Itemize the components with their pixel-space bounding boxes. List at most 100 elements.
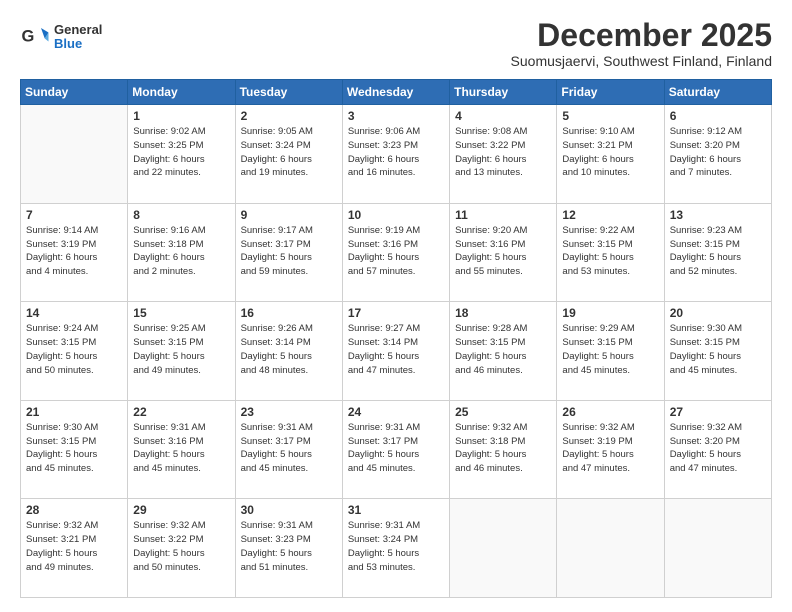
calendar-cell: 16 Sunrise: 9:26 AMSunset: 3:14 PMDayligh… (235, 302, 342, 401)
calendar-cell: 6Sunrise: 9:12 AMSunset: 3:20 PMDaylight… (664, 105, 771, 204)
calendar-week-1: 1 Sunrise: 9:02 AMSunset: 3:25 PMDaylight… (21, 105, 772, 204)
day-number: 27 (670, 405, 766, 419)
calendar-cell (21, 105, 128, 204)
day-info: Sunrise: 9:10 AMSunset: 3:21 PMDaylight:… (562, 125, 658, 180)
calendar-dow-monday: Monday (128, 80, 235, 105)
day-number: 21 (26, 405, 122, 419)
calendar-cell (664, 499, 771, 598)
day-number: 22 (133, 405, 229, 419)
calendar-cell: 29 Sunrise: 9:32 AMSunset: 3:22 PMDayligh… (128, 499, 235, 598)
day-number: 9 (241, 208, 337, 222)
day-number: 20 (670, 306, 766, 320)
day-info: Sunrise: 9:26 AMSunset: 3:14 PMDaylight:… (241, 322, 337, 377)
day-number: 8 (133, 208, 229, 222)
calendar-cell: 18Sunrise: 9:28 AMSunset: 3:15 PMDayligh… (450, 302, 557, 401)
day-number: 16 (241, 306, 337, 320)
day-info: Sunrise: 9:32 AMSunset: 3:18 PMDaylight:… (455, 421, 551, 476)
day-number: 31 (348, 503, 444, 517)
location: Suomusjaervi, Southwest Finland, Finland (511, 53, 772, 69)
calendar-cell: 22 Sunrise: 9:31 AMSunset: 3:16 PMDayligh… (128, 400, 235, 499)
logo-general: General (54, 23, 102, 37)
calendar-table: SundayMondayTuesdayWednesdayThursdayFrid… (20, 79, 772, 598)
day-info: Sunrise: 9:30 AMSunset: 3:15 PMDaylight:… (670, 322, 766, 377)
day-info: Sunrise: 9:30 AMSunset: 3:15 PMDaylight:… (26, 421, 122, 476)
day-info: Sunrise: 9:06 AMSunset: 3:23 PMDaylight:… (348, 125, 444, 180)
calendar-dow-thursday: Thursday (450, 80, 557, 105)
day-info: Sunrise: 9:28 AMSunset: 3:15 PMDaylight:… (455, 322, 551, 377)
calendar-cell: 11 Sunrise: 9:20 AMSunset: 3:16 PMDayligh… (450, 203, 557, 302)
calendar-cell: 19 Sunrise: 9:29 AMSunset: 3:15 PMDayligh… (557, 302, 664, 401)
day-number: 4 (455, 109, 551, 123)
day-info: Sunrise: 9:31 AMSunset: 3:17 PMDaylight:… (241, 421, 337, 476)
day-number: 1 (133, 109, 229, 123)
day-info: Sunrise: 9:25 AMSunset: 3:15 PMDaylight:… (133, 322, 229, 377)
day-info: Sunrise: 9:23 AMSunset: 3:15 PMDaylight:… (670, 224, 766, 279)
day-info: Sunrise: 9:32 AMSunset: 3:21 PMDaylight:… (26, 519, 122, 574)
calendar-cell: 1 Sunrise: 9:02 AMSunset: 3:25 PMDaylight… (128, 105, 235, 204)
calendar-cell: 5 Sunrise: 9:10 AMSunset: 3:21 PMDaylight… (557, 105, 664, 204)
day-number: 2 (241, 109, 337, 123)
svg-text:G: G (22, 28, 35, 46)
day-info: Sunrise: 9:02 AMSunset: 3:25 PMDaylight:… (133, 125, 229, 180)
day-info: Sunrise: 9:32 AMSunset: 3:22 PMDaylight:… (133, 519, 229, 574)
day-number: 7 (26, 208, 122, 222)
day-info: Sunrise: 9:17 AMSunset: 3:17 PMDaylight:… (241, 224, 337, 279)
day-info: Sunrise: 9:24 AMSunset: 3:15 PMDaylight:… (26, 322, 122, 377)
calendar-cell: 25 Sunrise: 9:32 AMSunset: 3:18 PMDayligh… (450, 400, 557, 499)
day-info: Sunrise: 9:16 AMSunset: 3:18 PMDaylight:… (133, 224, 229, 279)
calendar-week-4: 21 Sunrise: 9:30 AMSunset: 3:15 PMDayligh… (21, 400, 772, 499)
day-number: 3 (348, 109, 444, 123)
day-info: Sunrise: 9:31 AMSunset: 3:23 PMDaylight:… (241, 519, 337, 574)
day-number: 11 (455, 208, 551, 222)
day-number: 12 (562, 208, 658, 222)
calendar-dow-wednesday: Wednesday (342, 80, 449, 105)
day-number: 23 (241, 405, 337, 419)
logo-text: General Blue (54, 23, 102, 52)
day-number: 10 (348, 208, 444, 222)
calendar-cell: 3 Sunrise: 9:06 AMSunset: 3:23 PMDaylight… (342, 105, 449, 204)
day-number: 14 (26, 306, 122, 320)
day-number: 25 (455, 405, 551, 419)
day-number: 15 (133, 306, 229, 320)
day-number: 17 (348, 306, 444, 320)
calendar-cell: 31 Sunrise: 9:31 AMSunset: 3:24 PMDayligh… (342, 499, 449, 598)
calendar-cell: 2 Sunrise: 9:05 AMSunset: 3:24 PMDaylight… (235, 105, 342, 204)
day-info: Sunrise: 9:32 AMSunset: 3:20 PMDaylight:… (670, 421, 766, 476)
day-number: 6 (670, 109, 766, 123)
day-info: Sunrise: 9:27 AMSunset: 3:14 PMDaylight:… (348, 322, 444, 377)
calendar-cell: 7 Sunrise: 9:14 AMSunset: 3:19 PMDaylight… (21, 203, 128, 302)
calendar-cell: 9 Sunrise: 9:17 AMSunset: 3:17 PMDaylight… (235, 203, 342, 302)
day-info: Sunrise: 9:14 AMSunset: 3:19 PMDaylight:… (26, 224, 122, 279)
calendar-cell: 14 Sunrise: 9:24 AMSunset: 3:15 PMDayligh… (21, 302, 128, 401)
calendar-dow-sunday: Sunday (21, 80, 128, 105)
page: G General Blue December 2025 Suomusjaerv… (0, 0, 792, 612)
calendar-cell: 24Sunrise: 9:31 AMSunset: 3:17 PMDayligh… (342, 400, 449, 499)
day-number: 5 (562, 109, 658, 123)
calendar-cell: 27 Sunrise: 9:32 AMSunset: 3:20 PMDayligh… (664, 400, 771, 499)
calendar-week-5: 28 Sunrise: 9:32 AMSunset: 3:21 PMDayligh… (21, 499, 772, 598)
day-info: Sunrise: 9:05 AMSunset: 3:24 PMDaylight:… (241, 125, 337, 180)
calendar-week-2: 7 Sunrise: 9:14 AMSunset: 3:19 PMDaylight… (21, 203, 772, 302)
calendar-cell: 26Sunrise: 9:32 AMSunset: 3:19 PMDayligh… (557, 400, 664, 499)
day-number: 29 (133, 503, 229, 517)
calendar-cell: 13 Sunrise: 9:23 AMSunset: 3:15 PMDayligh… (664, 203, 771, 302)
calendar-cell: 8 Sunrise: 9:16 AMSunset: 3:18 PMDaylight… (128, 203, 235, 302)
day-info: Sunrise: 9:31 AMSunset: 3:16 PMDaylight:… (133, 421, 229, 476)
calendar-cell: 20 Sunrise: 9:30 AMSunset: 3:15 PMDayligh… (664, 302, 771, 401)
day-number: 13 (670, 208, 766, 222)
day-info: Sunrise: 9:29 AMSunset: 3:15 PMDaylight:… (562, 322, 658, 377)
calendar-dow-friday: Friday (557, 80, 664, 105)
day-number: 28 (26, 503, 122, 517)
day-info: Sunrise: 9:31 AMSunset: 3:24 PMDaylight:… (348, 519, 444, 574)
day-info: Sunrise: 9:20 AMSunset: 3:16 PMDaylight:… (455, 224, 551, 279)
day-number: 24 (348, 405, 444, 419)
calendar-dow-tuesday: Tuesday (235, 80, 342, 105)
calendar-cell (450, 499, 557, 598)
calendar-cell (557, 499, 664, 598)
calendar-cell: 30Sunrise: 9:31 AMSunset: 3:23 PMDayligh… (235, 499, 342, 598)
day-number: 19 (562, 306, 658, 320)
calendar-header-row: SundayMondayTuesdayWednesdayThursdayFrid… (21, 80, 772, 105)
day-info: Sunrise: 9:32 AMSunset: 3:19 PMDaylight:… (562, 421, 658, 476)
day-info: Sunrise: 9:08 AMSunset: 3:22 PMDaylight:… (455, 125, 551, 180)
title-block: December 2025 Suomusjaervi, Southwest Fi… (511, 18, 772, 69)
